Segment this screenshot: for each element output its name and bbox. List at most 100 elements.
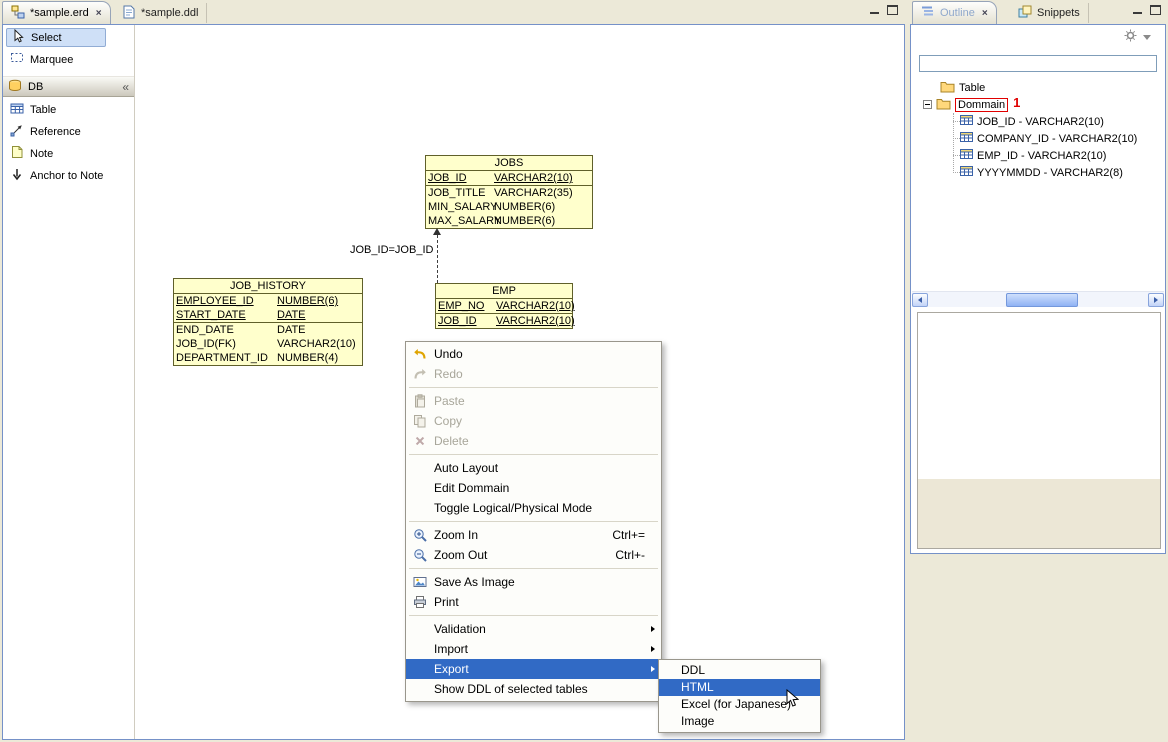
scroll-left-button[interactable] — [912, 293, 928, 307]
view-menu-arrow-icon[interactable] — [1143, 35, 1151, 40]
erd-field-row: EMPLOYEE_ID NUMBER(6) — [174, 294, 362, 308]
palette-tool-anchor-to-note[interactable]: Anchor to Note — [6, 166, 130, 185]
tab-label: *sample.erd — [30, 7, 89, 19]
tree-guide-line — [953, 155, 960, 156]
minimize-icon[interactable] — [868, 4, 881, 16]
note-icon — [10, 145, 24, 162]
scrollbar-thumb[interactable] — [1006, 293, 1078, 307]
image-icon — [408, 575, 431, 589]
tool-palette: Select Marquee DB « Table Reference N — [3, 25, 135, 739]
close-icon[interactable]: × — [980, 8, 988, 19]
palette-tool-note[interactable]: Note — [6, 144, 130, 163]
maximize-icon[interactable] — [886, 4, 899, 16]
mouse-cursor — [786, 689, 799, 708]
field-type: NUMBER(6) — [277, 294, 338, 308]
palette-tool-marquee[interactable]: Marquee — [6, 50, 130, 69]
tree-item-domain-job-id[interactable]: JOB_ID - VARCHAR2(10) — [960, 113, 1104, 130]
palette-tool-label: Select — [31, 32, 62, 44]
editor-window-buttons — [863, 4, 899, 16]
relation-label: JOB_ID=JOB_ID — [349, 244, 434, 256]
tab-snippets[interactable]: Snippets — [1010, 3, 1089, 23]
menu-item-print[interactable]: Print — [406, 592, 661, 612]
palette-tool-select[interactable]: Select — [6, 28, 106, 47]
outline-toolbar — [1124, 29, 1151, 45]
erd-field-row: JOB_ID(FK) VARCHAR2(10) — [174, 337, 362, 351]
right-arrow-icon — [1154, 297, 1158, 303]
field-name: JOB_ID — [438, 314, 496, 328]
erd-field-row: EMP_NO VARCHAR2(10) — [436, 299, 572, 314]
menu-item-export[interactable]: Export — [406, 659, 661, 679]
collapse-chevrons-icon[interactable]: « — [122, 82, 129, 92]
field-type: DATE — [277, 323, 306, 337]
erd-field-row: JOB_TITLE VARCHAR2(35) — [426, 186, 592, 200]
maximize-icon[interactable] — [1149, 4, 1162, 16]
copy-icon — [408, 414, 431, 428]
field-type: VARCHAR2(10) — [277, 337, 356, 351]
minimize-icon[interactable] — [1131, 4, 1144, 16]
domain-icon — [960, 148, 973, 163]
menu-separator — [409, 454, 658, 455]
domain-icon — [960, 165, 973, 180]
tree-item-table[interactable]: Table — [940, 79, 985, 96]
menu-item-edit-dommain[interactable]: Edit Dommain — [406, 478, 661, 498]
palette-tool-label: Marquee — [30, 54, 73, 66]
erd-table-title: JOBS — [426, 156, 592, 171]
tree-guide-line — [953, 113, 954, 173]
folder-icon — [940, 80, 955, 96]
menu-item-save-as-image[interactable]: Save As Image — [406, 572, 661, 592]
anchor-down-arrow-icon — [10, 167, 24, 184]
erd-table-job-history[interactable]: JOB_HISTORY EMPLOYEE_ID NUMBER(6) START_… — [173, 278, 363, 366]
palette-tool-table[interactable]: Table — [6, 100, 130, 119]
menu-separator — [409, 568, 658, 569]
menu-item-undo[interactable]: Undo — [406, 344, 661, 364]
menu-item-zoom-out[interactable]: Zoom Out Ctrl+- — [406, 545, 661, 565]
erd-field-row: JOB_ID VARCHAR2(10) — [436, 314, 572, 328]
submenu-arrow-icon — [651, 626, 655, 632]
redo-icon — [408, 367, 431, 381]
tab-sample-erd[interactable]: *sample.erd × — [2, 1, 111, 24]
menu-item-toggle-logical-physical[interactable]: Toggle Logical/Physical Mode — [406, 498, 661, 518]
close-icon[interactable]: × — [94, 8, 102, 19]
view-window-buttons — [1126, 4, 1162, 16]
menu-item-show-ddl[interactable]: Show DDL of selected tables — [406, 679, 661, 699]
tree-item-domain-emp-id[interactable]: EMP_ID - VARCHAR2(10) — [960, 147, 1106, 164]
erd-field-row: JOB_ID VARCHAR2(10) — [426, 171, 592, 186]
domain-icon — [960, 131, 973, 146]
menu-item-import[interactable]: Import — [406, 639, 661, 659]
menu-separator — [409, 521, 658, 522]
overview-pane — [917, 312, 1161, 549]
reference-arrow-icon — [10, 123, 24, 140]
tab-sample-ddl[interactable]: *sample.ddl — [114, 3, 207, 23]
tree-collapse-icon[interactable] — [923, 100, 932, 109]
domain-icon — [960, 114, 973, 129]
field-type: VARCHAR2(10) — [496, 314, 575, 328]
menu-item-validation[interactable]: Validation — [406, 619, 661, 639]
tab-label: Snippets — [1037, 7, 1080, 19]
erd-table-emp[interactable]: EMP EMP_NO VARCHAR2(10) JOB_ID VARCHAR2(… — [435, 283, 573, 329]
zoom-out-icon — [408, 548, 431, 562]
submenu-item-ddl[interactable]: DDL — [659, 662, 820, 679]
tree-item-dommain[interactable]: Dommain 1 — [923, 96, 1020, 113]
tree-item-domain-company-id[interactable]: COMPANY_ID - VARCHAR2(10) — [960, 130, 1137, 147]
relation-line[interactable] — [437, 235, 438, 283]
submenu-arrow-icon — [651, 646, 655, 652]
palette-tool-reference[interactable]: Reference — [6, 122, 130, 141]
tree-item-domain-yyyymmdd[interactable]: YYYYMMDD - VARCHAR2(8) — [960, 164, 1123, 181]
outline-filter-input[interactable] — [919, 55, 1157, 72]
erd-table-jobs[interactable]: JOBS JOB_ID VARCHAR2(10) JOB_TITLE VARCH… — [425, 155, 593, 229]
menu-separator — [409, 615, 658, 616]
submenu-item-image[interactable]: Image — [659, 713, 820, 730]
scroll-right-button[interactable] — [1148, 293, 1164, 307]
palette-drawer-db[interactable]: DB « — [3, 76, 134, 97]
menu-item-copy: Copy — [406, 411, 661, 431]
erd-field-row: END_DATE DATE — [174, 323, 362, 337]
menu-item-auto-layout[interactable]: Auto Layout — [406, 458, 661, 478]
field-name: EMP_NO — [438, 299, 496, 313]
menu-separator — [409, 387, 658, 388]
field-name: JOB_ID(FK) — [176, 337, 277, 351]
horizontal-scrollbar[interactable] — [912, 291, 1164, 307]
tab-outline[interactable]: Outline × — [912, 1, 997, 24]
menu-item-delete: Delete — [406, 431, 661, 451]
menu-item-zoom-in[interactable]: Zoom In Ctrl+= — [406, 525, 661, 545]
gear-icon[interactable] — [1124, 29, 1137, 45]
